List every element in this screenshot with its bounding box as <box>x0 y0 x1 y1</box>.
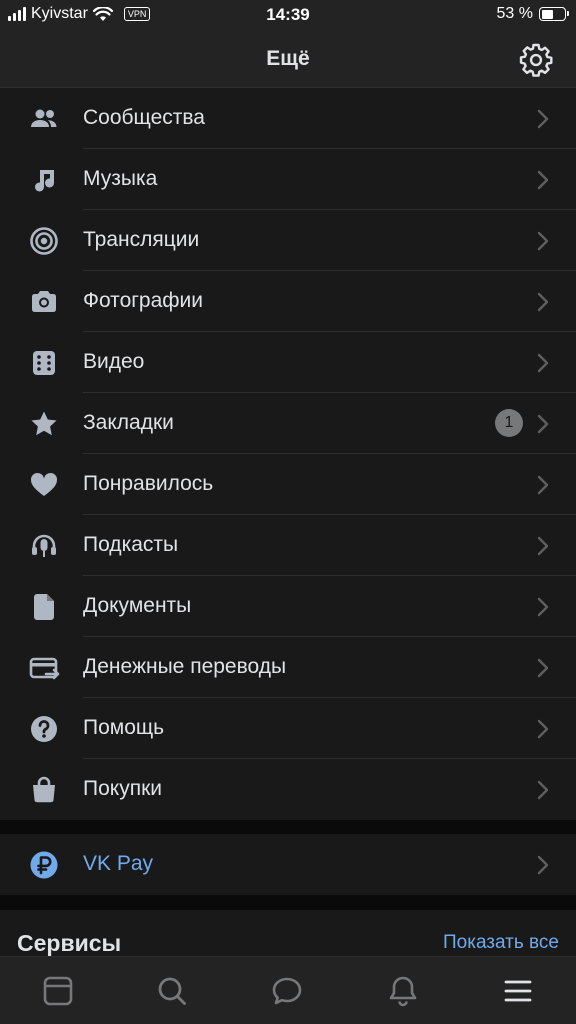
menu-item-label: Подкасты <box>83 533 179 556</box>
status-time: 14:39 <box>266 5 310 24</box>
menu-item-vk-pay[interactable]: VK Pay <box>0 834 576 895</box>
menu-item-label: Трансляции <box>83 228 200 251</box>
chevron-right-icon <box>537 109 549 129</box>
chevron-right-icon <box>537 170 549 190</box>
news-icon <box>43 976 73 1006</box>
menu-item-bookmarks[interactable]: Закладки 1 <box>0 393 576 454</box>
tab-notifications[interactable] <box>383 971 423 1011</box>
menu-item-communities[interactable]: Сообщества <box>0 88 576 149</box>
menu-item-purchases[interactable]: Покупки <box>0 759 576 820</box>
tab-bar <box>0 956 576 1024</box>
menu-icon <box>504 980 532 1002</box>
battery-percent: 53 % <box>496 5 533 22</box>
tab-search[interactable] <box>152 971 192 1011</box>
menu-item-liked[interactable]: Понравилось <box>0 454 576 515</box>
money-transfer-icon <box>28 652 60 684</box>
gear-icon <box>519 43 553 77</box>
menu-item-podcasts[interactable]: Подкасты <box>0 515 576 576</box>
chevron-right-icon <box>537 597 549 617</box>
camera-icon <box>28 286 60 318</box>
menu-item-label: Документы <box>83 594 192 617</box>
menu-item-documents[interactable]: Документы <box>0 576 576 637</box>
vk-pay-label: VK Pay <box>83 852 154 875</box>
tab-news[interactable] <box>38 971 78 1011</box>
chevron-right-icon <box>537 292 549 312</box>
menu-item-label: Видео <box>83 350 145 373</box>
battery-fill <box>541 9 554 19</box>
heart-icon <box>28 469 60 501</box>
menu-item-label: Понравилось <box>83 472 214 495</box>
menu-item-music[interactable]: Музыка <box>0 149 576 210</box>
chevron-right-icon <box>537 475 549 495</box>
help-icon <box>28 713 60 745</box>
shopping-bag-icon <box>28 774 60 806</box>
services-section: Сервисы Показать все <box>0 910 576 958</box>
search-icon <box>158 977 186 1005</box>
menu-item-broadcasts[interactable]: Трансляции <box>0 210 576 271</box>
menu-item-label: Закладки <box>83 411 174 434</box>
chevron-right-icon <box>537 414 549 434</box>
broadcast-icon <box>28 225 60 257</box>
chevron-right-icon <box>537 780 549 800</box>
page-title: Ещё <box>266 47 310 70</box>
chevron-right-icon <box>537 353 549 373</box>
chevron-right-icon <box>537 855 549 875</box>
tab-messages[interactable] <box>267 971 307 1011</box>
podcast-icon <box>28 530 60 562</box>
video-icon <box>28 347 60 379</box>
menu-list: Сообщества Музыка Трансляции Фотографии … <box>0 88 576 820</box>
menu-item-label: Сообщества <box>83 106 205 129</box>
settings-button[interactable] <box>518 42 554 78</box>
chevron-right-icon <box>537 231 549 251</box>
menu-item-label: Музыка <box>83 167 158 190</box>
menu-item-photos[interactable]: Фотографии <box>0 271 576 332</box>
menu-item-money-transfers[interactable]: Денежные переводы <box>0 637 576 698</box>
menu-item-label: Покупки <box>83 777 162 800</box>
tab-menu[interactable] <box>498 971 538 1011</box>
star-icon <box>28 408 60 440</box>
messages-icon <box>272 977 302 1005</box>
status-bar: Kyivstar VPN 14:39 53 % <box>0 0 576 30</box>
battery-icon <box>539 7 569 21</box>
chevron-right-icon <box>537 658 549 678</box>
chevron-right-icon <box>537 719 549 739</box>
users-icon <box>28 103 60 135</box>
menu-item-help[interactable]: Помощь <box>0 698 576 759</box>
menu-item-video[interactable]: Видео <box>0 332 576 393</box>
chevron-right-icon <box>537 536 549 556</box>
show-all-link[interactable]: Показать все <box>443 932 559 954</box>
nav-bar: Ещё <box>0 30 576 88</box>
counter-badge: 1 <box>495 409 523 437</box>
menu-item-label: Помощь <box>83 716 165 739</box>
status-right: 53 % <box>496 5 569 23</box>
ruble-icon <box>28 849 60 881</box>
notifications-icon <box>389 976 417 1007</box>
menu-item-label: Фотографии <box>83 289 204 312</box>
music-note-icon <box>28 164 60 196</box>
document-icon <box>28 591 60 623</box>
menu-item-label: Денежные переводы <box>83 655 287 678</box>
services-title: Сервисы <box>17 930 122 956</box>
